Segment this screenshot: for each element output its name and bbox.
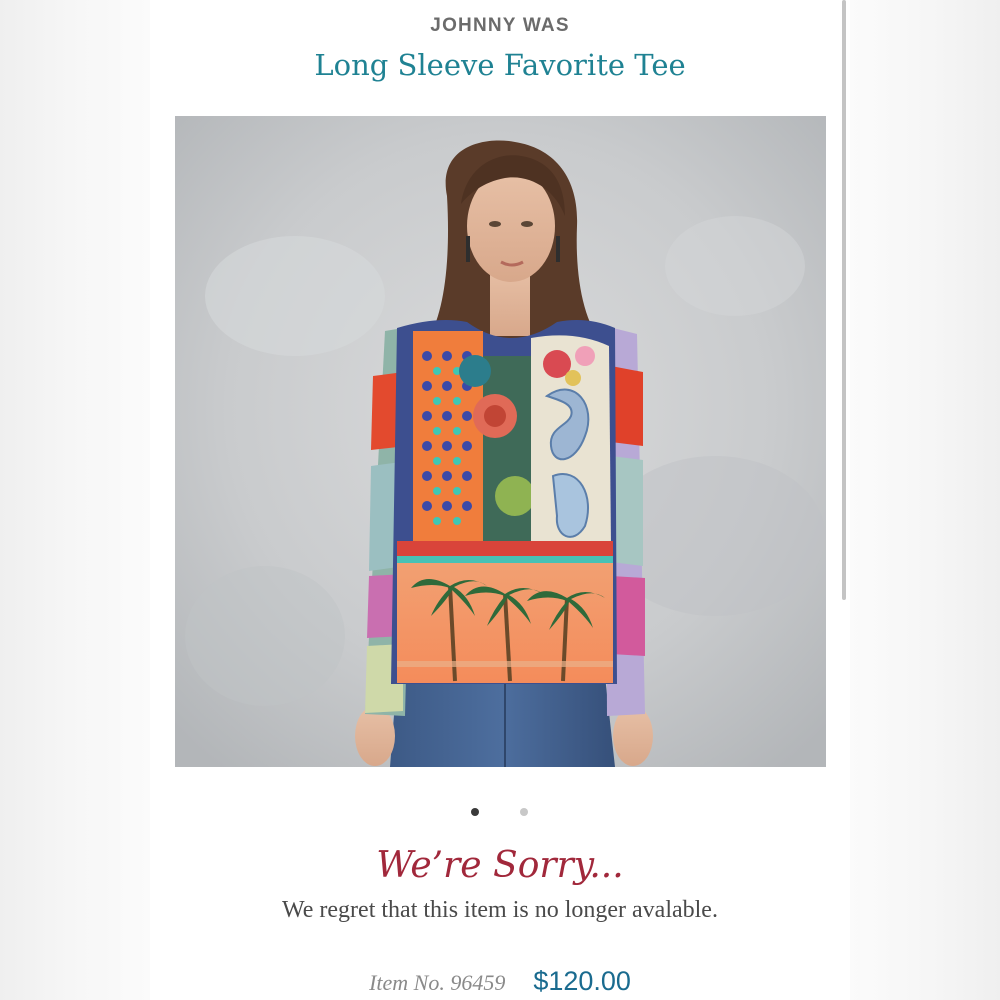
price: $120.00 [533,966,631,996]
unavailable-heading: We’re Sorry... [376,845,624,886]
item-details: Item No. 96459 $120.00 [150,966,850,997]
gallery-dot-2[interactable] [520,808,528,816]
item-number: Item No. 96459 [369,970,506,995]
unavailable-message: We regret that this item is no longer av… [282,897,718,923]
product-title: Long Sleeve Favorite Tee [314,48,686,82]
gallery-pagination [150,805,850,819]
product-image[interactable] [175,116,826,767]
gallery-dot-1[interactable] [471,808,479,816]
scrollbar[interactable] [842,0,846,600]
product-page: JOHNNY WAS Long Sleeve Favorite Tee We’r… [150,0,850,1000]
brand-name[interactable]: JOHNNY WAS [150,15,850,37]
